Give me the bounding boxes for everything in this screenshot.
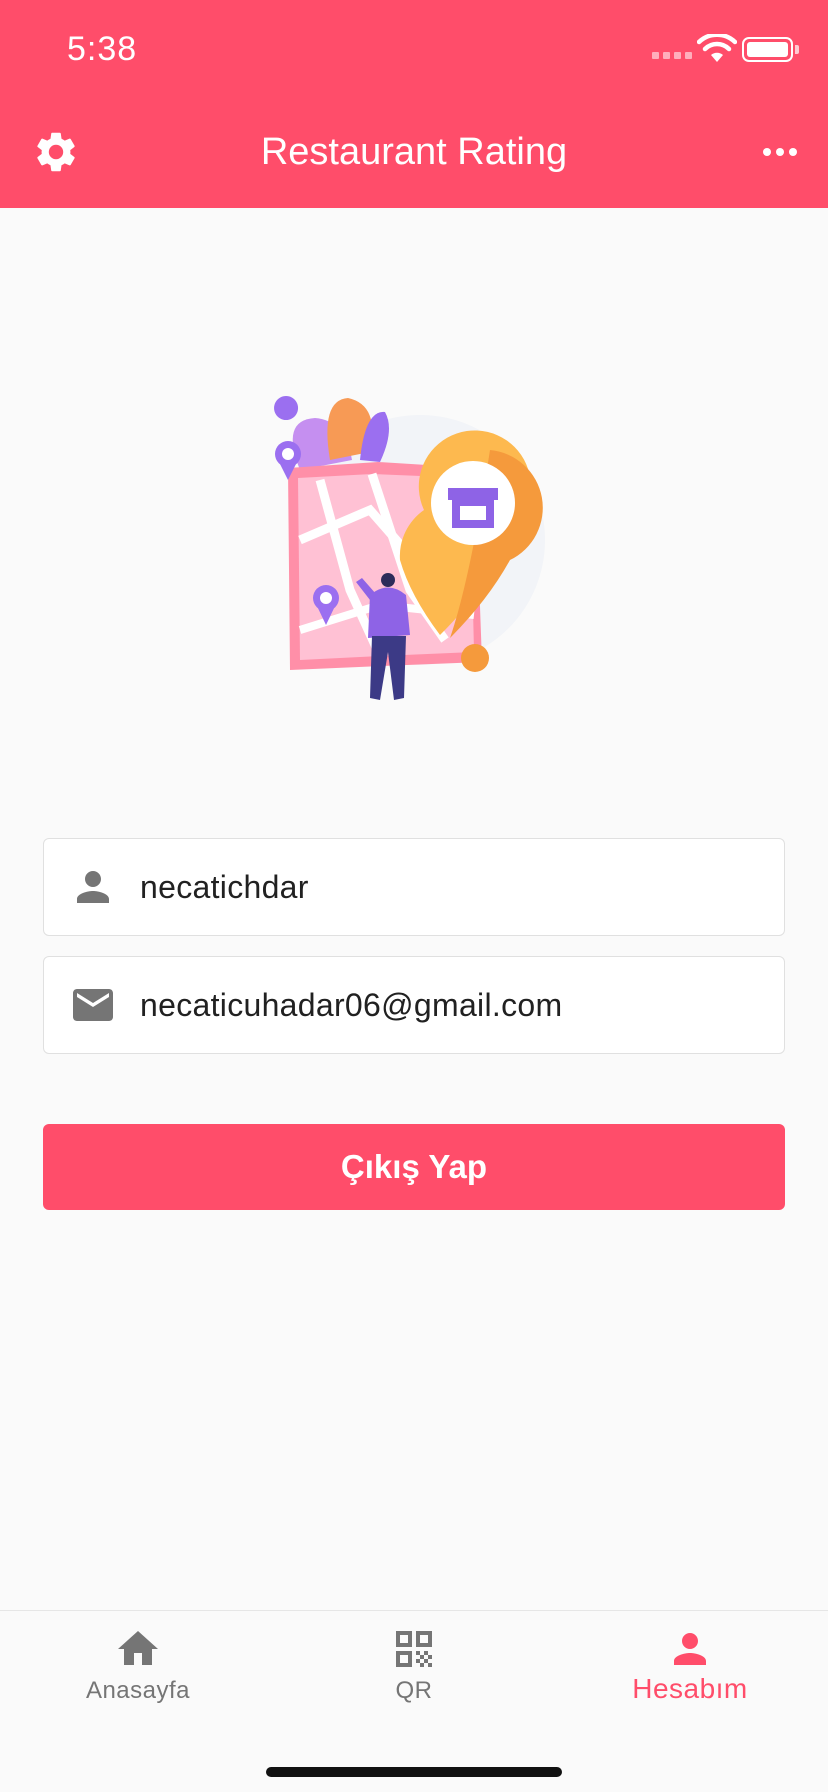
mail-icon	[73, 989, 113, 1021]
nav-item-home[interactable]: Anasayfa	[0, 1625, 276, 1705]
more-options-icon[interactable]	[756, 130, 804, 174]
username-field: necatichdar	[43, 838, 785, 936]
username-value: necatichdar	[140, 868, 309, 905]
nav-label-account: Hesabım	[632, 1673, 748, 1704]
email-field: necaticuhadar06@gmail.com	[43, 956, 785, 1054]
battery-tip	[795, 45, 799, 54]
nav-label-qr: QR	[395, 1677, 433, 1704]
nav-label-home: Anasayfa	[85, 1677, 191, 1704]
home-indicator[interactable]	[266, 1767, 562, 1777]
status-time: 5:38	[67, 30, 138, 68]
logout-button[interactable]: Çıkış Yap	[43, 1124, 785, 1210]
battery-icon	[742, 37, 793, 62]
app-header: 5:38 Restaurant Rating	[0, 0, 828, 208]
qr-code-icon	[396, 1631, 432, 1667]
nav-item-qr[interactable]: QR	[276, 1625, 552, 1705]
nav-item-account[interactable]: Hesabım	[552, 1625, 828, 1705]
page-title: Restaurant Rating	[260, 131, 568, 173]
email-value: necaticuhadar06@gmail.com	[140, 986, 563, 1023]
wifi-icon	[697, 34, 737, 62]
home-icon	[118, 1631, 158, 1665]
cellular-signal-icon	[652, 52, 692, 59]
restaurant-map-illustration	[274, 396, 545, 700]
person-icon	[674, 1633, 706, 1665]
person-icon	[77, 871, 109, 903]
bottom-navigation: Anasayfa QR Hesabım	[0, 1610, 828, 1792]
